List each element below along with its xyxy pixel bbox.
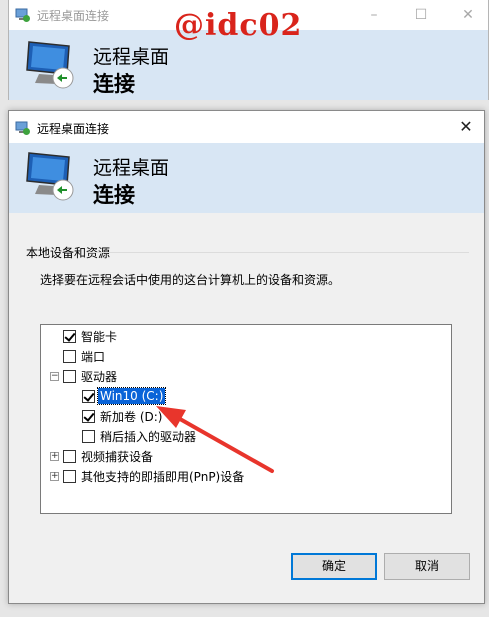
drives-label: 驱动器 <box>81 369 118 384</box>
drive-c-label: Win10 (C:) <box>96 387 167 405</box>
later-drives-label: 稍后插入的驱动器 <box>100 429 197 444</box>
watermark: @idc02 <box>174 8 303 43</box>
dialog-banner: 远程桌面 连接 <box>9 143 484 213</box>
banner-title: 远程桌面 <box>93 157 170 179</box>
banner-subtitle: 连接 <box>93 183 135 207</box>
background-banner-subtitle: 连接 <box>93 72 135 96</box>
dialog-title: 远程桌面连接 <box>37 122 110 136</box>
tree-item-later-drives[interactable]: 稍后插入的驱动器 <box>82 427 198 445</box>
group-divider <box>87 252 469 253</box>
drive-d-checkbox[interactable] <box>82 409 95 423</box>
smartcard-label: 智能卡 <box>81 329 118 344</box>
drive-d-label: 新加卷 (D:) <box>100 409 163 424</box>
port-checkbox[interactable] <box>63 349 76 363</box>
cancel-button[interactable]: 取消 <box>384 553 470 580</box>
dialog-titlebar: 远程桌面连接 ✕ <box>9 111 484 143</box>
remote-desktop-monitor-icon <box>23 38 81 93</box>
remote-desktop-monitor-icon <box>23 149 81 206</box>
tree-item-drive-c[interactable]: Win10 (C:) <box>82 387 167 405</box>
port-label: 端口 <box>81 349 106 364</box>
pnp-checkbox[interactable] <box>63 469 76 483</box>
video-capture-checkbox[interactable] <box>63 449 76 463</box>
tree-item-pnp[interactable]: 其他支持的即插即用(PnP)设备 <box>63 467 246 485</box>
tree-item-smartcard[interactable]: 智能卡 <box>63 327 119 345</box>
tree-item-drive-d[interactable]: 新加卷 (D:) <box>82 407 164 425</box>
maximize-icon[interactable]: ☐ <box>406 3 436 27</box>
remote-desktop-icon <box>15 7 31 26</box>
video-capture-label: 视频捕获设备 <box>81 449 154 464</box>
remote-desktop-icon <box>15 120 31 139</box>
background-window-title: 远程桌面连接 <box>37 9 110 23</box>
expand-icon[interactable]: + <box>50 452 59 461</box>
close-button[interactable]: ✕ <box>452 115 480 139</box>
expand-icon[interactable]: + <box>50 472 59 481</box>
minimize-icon[interactable]: – <box>359 3 389 27</box>
ok-button[interactable]: 确定 <box>291 553 377 580</box>
background-banner-title: 远程桌面 <box>93 46 170 68</box>
device-tree[interactable]: 智能卡 端口 − 驱动器 Win10 (C:) 新加卷 (D:) 稍后插入的驱动… <box>40 324 452 514</box>
tree-item-video-capture[interactable]: 视频捕获设备 <box>63 447 155 465</box>
later-drives-checkbox[interactable] <box>82 429 95 443</box>
drives-checkbox[interactable] <box>63 369 76 383</box>
smartcard-checkbox[interactable] <box>63 329 76 343</box>
description-text: 选择要在远程会话中使用的这台计算机上的设备和资源。 <box>40 273 341 287</box>
collapse-icon[interactable]: − <box>50 372 59 381</box>
remote-desktop-dialog: 远程桌面连接 ✕ 远程桌面 连接 本地设备和资源 选择要在远程会话中使用的这台计… <box>8 110 485 604</box>
drive-c-checkbox[interactable] <box>82 389 95 403</box>
close-icon[interactable]: ✕ <box>453 3 483 27</box>
tree-item-drives[interactable]: 驱动器 <box>63 367 119 385</box>
pnp-label: 其他支持的即插即用(PnP)设备 <box>81 469 245 484</box>
tree-item-port[interactable]: 端口 <box>63 347 107 365</box>
